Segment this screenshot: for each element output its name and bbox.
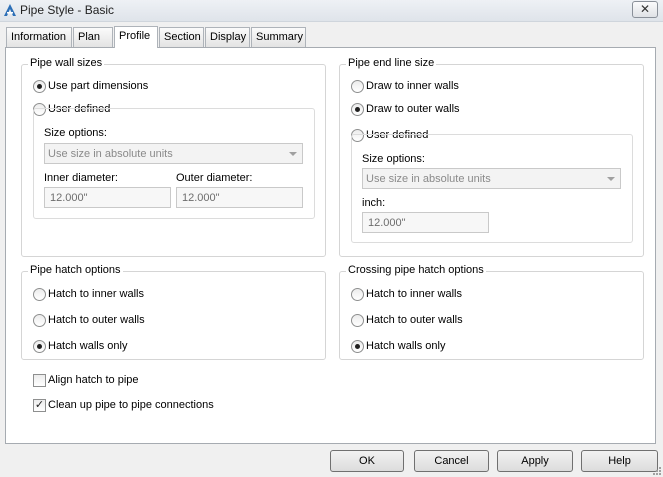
autocad-a-icon (4, 4, 16, 16)
inner-diameter-label: Inner diameter: (44, 172, 118, 184)
group-title: Crossing pipe hatch options (346, 264, 486, 276)
resize-grip-icon[interactable] (651, 465, 661, 475)
profile-panel: Pipe wall sizes Use part dimensions User… (5, 47, 656, 444)
outer-diameter-label: Outer diameter: (176, 172, 253, 184)
draw-inner-walls-radio[interactable]: Draw to inner walls (351, 79, 491, 95)
align-hatch-checkbox[interactable]: Align hatch to pipe (33, 373, 173, 389)
pipe-hatch-inner-radio[interactable]: Hatch to inner walls (33, 287, 173, 303)
close-icon: ✕ (639, 2, 651, 16)
chevron-down-icon (607, 177, 615, 181)
wall-size-options-select[interactable]: Use size in absolute units (44, 143, 303, 164)
outer-diameter-field[interactable]: 12.000" (176, 187, 303, 208)
clean-up-connections-checkbox[interactable]: ✓ Clean up pipe to pipe connections (33, 398, 233, 414)
crossing-hatch-inner-radio[interactable]: Hatch to inner walls (351, 287, 491, 303)
pipe-wall-sizes-group: Pipe wall sizes Use part dimensions User… (21, 57, 326, 257)
inner-diameter-field[interactable]: 12.000" (44, 187, 171, 208)
pipe-hatch-walls-only-radio[interactable]: Hatch walls only (33, 339, 173, 355)
inch-field[interactable]: 12.000" (362, 212, 489, 233)
ok-button[interactable]: OK (330, 450, 404, 472)
size-options-label: Size options: (44, 127, 107, 139)
end-size-options-select[interactable]: Use size in absolute units (362, 168, 621, 189)
checkmark-icon: ✓ (33, 399, 46, 412)
group-title: Pipe hatch options (28, 264, 123, 276)
group-title: Pipe end line size (346, 57, 437, 69)
tab-display[interactable]: Display (205, 27, 250, 47)
radio-icon (33, 80, 46, 93)
radio-icon (351, 103, 364, 116)
radio-icon (33, 340, 46, 353)
title-bar: Pipe Style - Basic ✕ (0, 0, 663, 22)
crossing-hatch-walls-only-radio[interactable]: Hatch walls only (351, 339, 491, 355)
tab-profile[interactable]: Profile (114, 26, 158, 48)
help-button[interactable]: Help (581, 450, 658, 472)
checkbox-icon (33, 374, 46, 387)
inch-label: inch: (362, 197, 386, 209)
crossing-hatch-outer-radio[interactable]: Hatch to outer walls (351, 313, 491, 329)
close-button[interactable]: ✕ (632, 1, 658, 18)
apply-button[interactable]: Apply (497, 450, 573, 472)
size-options-label: Size options: (362, 153, 425, 165)
pipe-end-line-size-group: Pipe end line size Draw to inner walls D… (339, 57, 644, 257)
chevron-down-icon (289, 152, 297, 156)
pipe-hatch-options-group: Pipe hatch options Hatch to inner walls … (21, 264, 326, 360)
use-part-dimensions-radio[interactable]: Use part dimensions (33, 79, 173, 95)
radio-icon (33, 288, 46, 301)
crossing-pipe-hatch-options-group: Crossing pipe hatch options Hatch to inn… (339, 264, 644, 360)
radio-icon (351, 314, 364, 327)
tab-section[interactable]: Section (159, 27, 204, 47)
draw-outer-walls-radio[interactable]: Draw to outer walls (351, 102, 491, 118)
radio-icon (33, 314, 46, 327)
pipe-hatch-outer-radio[interactable]: Hatch to outer walls (33, 313, 173, 329)
radio-icon (351, 340, 364, 353)
radio-icon (351, 288, 364, 301)
window-title: Pipe Style - Basic (20, 3, 115, 17)
tab-summary[interactable]: Summary (251, 27, 306, 47)
group-title: Pipe wall sizes (28, 57, 105, 69)
cancel-button[interactable]: Cancel (414, 450, 489, 472)
tab-information[interactable]: Information (6, 27, 72, 47)
radio-icon (351, 80, 364, 93)
tab-plan[interactable]: Plan (73, 27, 113, 47)
